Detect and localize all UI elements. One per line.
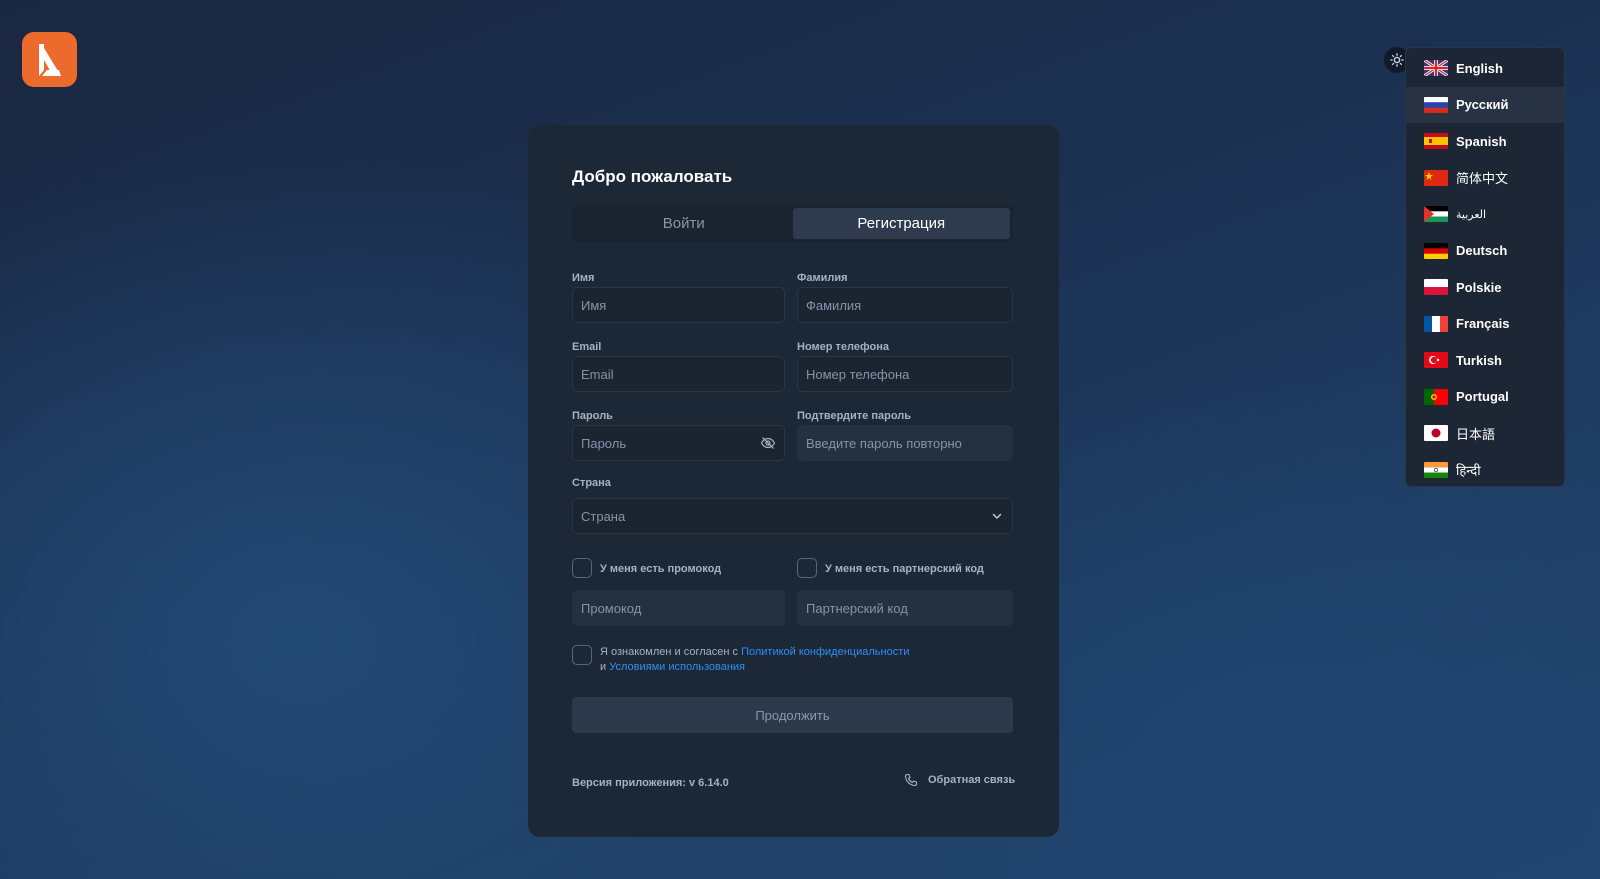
terms-text: Я ознакомлен и согласен с Политикой конф… — [600, 645, 909, 675]
country-label: Страна — [572, 477, 611, 489]
language-option-chinese[interactable]: 简体中文 — [1406, 160, 1564, 197]
cn-flag-icon — [1424, 169, 1448, 186]
terms-checkbox[interactable] — [572, 645, 592, 665]
language-label: 日本語 — [1456, 426, 1496, 442]
app-logo-icon — [38, 43, 61, 76]
sun-icon — [1390, 53, 1404, 67]
phone-icon — [904, 773, 918, 787]
language-option-portuguese[interactable]: Portugal — [1406, 379, 1564, 416]
continue-button[interactable]: Продолжить — [572, 697, 1013, 733]
language-label: हिन्दी — [1456, 462, 1481, 478]
language-label: Spanish — [1456, 133, 1507, 149]
language-option-spanish[interactable]: Spanish — [1406, 123, 1564, 160]
language-option-german[interactable]: Deutsch — [1406, 233, 1564, 270]
email-field[interactable]: Email — [572, 356, 785, 392]
phone-label: Номер телефона — [797, 341, 889, 353]
language-option-turkish[interactable]: Turkish — [1406, 342, 1564, 379]
language-menu: English Русский Spanish 简体中文 العربية Deu… — [1405, 47, 1565, 487]
email-placeholder: Email — [581, 366, 614, 382]
tab-register[interactable]: Регистрация — [792, 208, 1010, 239]
eye-off-icon[interactable] — [760, 435, 776, 451]
privacy-policy-link[interactable]: Политикой конфиденциальности — [741, 646, 909, 658]
phone-field[interactable]: Номер телефона — [797, 356, 1013, 392]
email-label: Email — [572, 341, 602, 353]
partner-code-field[interactable]: Партнерский код — [797, 590, 1013, 626]
language-label: Français — [1456, 316, 1510, 332]
promo-code-placeholder: Промокод — [581, 600, 642, 616]
auth-tabs: Войти Регистрация — [572, 205, 1013, 242]
language-option-french[interactable]: Français — [1406, 306, 1564, 343]
terms-and: и — [600, 661, 607, 673]
partner-checkbox[interactable] — [797, 558, 817, 578]
tab-login[interactable]: Войти — [575, 208, 793, 239]
fr-flag-icon — [1424, 315, 1448, 332]
last-name-field[interactable]: Фамилия — [797, 287, 1013, 323]
app-version: Версия приложения: v 6.14.0 — [572, 777, 729, 789]
language-label: العربية — [1456, 208, 1487, 221]
de-flag-icon — [1424, 242, 1448, 259]
language-label: Turkish — [1456, 352, 1502, 368]
language-label: 简体中文 — [1456, 171, 1509, 187]
language-option-hindi[interactable]: हिन्दी — [1406, 452, 1564, 489]
feedback-link[interactable]: Обратная связь — [904, 773, 1015, 787]
confirm-password-field[interactable]: Введите пароль повторно — [797, 425, 1013, 461]
last-name-placeholder: Фамилия — [806, 297, 862, 313]
confirm-password-placeholder: Введите пароль повторно — [806, 435, 962, 451]
language-label: Русский — [1456, 97, 1509, 113]
country-placeholder: Страна — [581, 508, 626, 524]
promo-checkbox[interactable] — [572, 558, 592, 578]
pt-flag-icon — [1424, 388, 1448, 405]
language-option-russian[interactable]: Русский — [1406, 86, 1564, 123]
terms-prefix: Я ознакомлен и согласен с — [600, 646, 739, 658]
language-label: Polskie — [1456, 279, 1502, 295]
language-option-english[interactable]: English — [1406, 50, 1564, 87]
in-flag-icon — [1424, 461, 1448, 478]
password-placeholder: Пароль — [581, 435, 627, 451]
first-name-placeholder: Имя — [581, 297, 607, 313]
chevron-down-icon — [992, 513, 1002, 519]
promo-code-field[interactable]: Промокод — [572, 590, 785, 626]
language-label: Deutsch — [1456, 243, 1508, 259]
registration-card: Добро пожаловать Войти Регистрация Имя И… — [528, 125, 1059, 837]
password-field[interactable]: Пароль — [572, 425, 785, 461]
phone-placeholder: Номер телефона — [806, 366, 910, 382]
jp-flag-icon — [1424, 425, 1448, 442]
pl-flag-icon — [1424, 279, 1448, 296]
app-logo[interactable] — [22, 32, 77, 87]
language-label: English — [1456, 60, 1503, 76]
password-label: Пароль — [572, 410, 613, 422]
last-name-label: Фамилия — [797, 272, 848, 284]
country-select[interactable]: Страна — [572, 498, 1013, 534]
language-option-arabic[interactable]: العربية — [1406, 196, 1564, 233]
ru-flag-icon — [1424, 96, 1448, 113]
ps-flag-icon — [1424, 206, 1448, 223]
first-name-field[interactable]: Имя — [572, 287, 785, 323]
partner-code-placeholder: Партнерский код — [806, 600, 908, 616]
page-title: Добро пожаловать — [572, 167, 733, 186]
language-option-polish[interactable]: Polskie — [1406, 269, 1564, 306]
partner-checkbox-label: У меня есть партнерский код — [825, 563, 984, 575]
uk-flag-icon — [1424, 60, 1448, 77]
language-option-japanese[interactable]: 日本語 — [1406, 415, 1564, 452]
tr-flag-icon — [1424, 352, 1448, 369]
feedback-label: Обратная связь — [928, 774, 1016, 786]
language-label: Portugal — [1456, 389, 1509, 405]
first-name-label: Имя — [572, 272, 595, 284]
es-flag-icon — [1424, 133, 1448, 150]
promo-checkbox-label: У меня есть промокод — [600, 563, 722, 575]
confirm-password-label: Подтвердите пароль — [797, 410, 912, 422]
terms-of-use-link[interactable]: Условиями использования — [609, 661, 745, 673]
